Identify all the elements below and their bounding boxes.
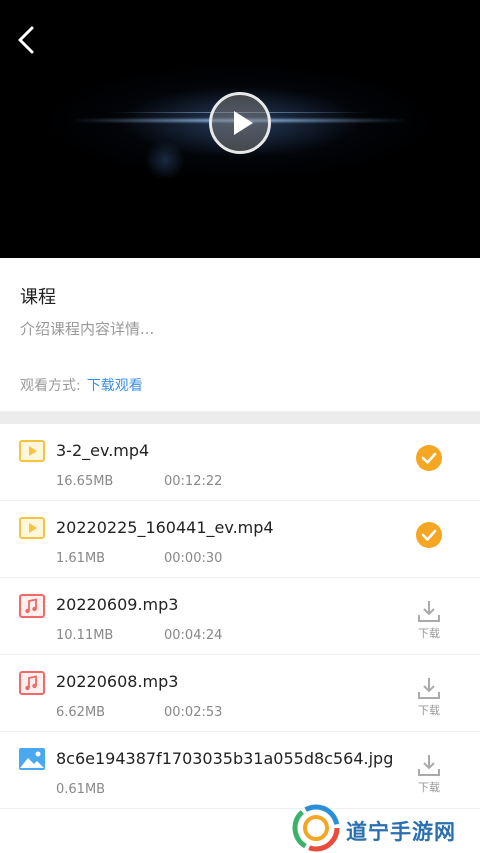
file-name: 20220608.mp3 <box>56 672 179 691</box>
video-file-icon <box>19 517 45 539</box>
download-label: 下载 <box>418 627 440 640</box>
file-row[interactable]: 20220609.mp3 10.11MB 00:04:24 下载 <box>0 578 480 655</box>
watermark-logo <box>292 804 340 852</box>
file-list: 3-2_ev.mp4 16.65MB 00:12:22 20220225_160… <box>0 424 480 809</box>
play-icon <box>234 111 253 135</box>
course-title: 课程 <box>20 287 56 308</box>
file-size: 16.65MB <box>56 474 114 489</box>
back-arrow-icon[interactable] <box>14 24 42 56</box>
course-description: 介绍课程内容详情... <box>20 320 155 338</box>
file-name: 20220225_160441_ev.mp4 <box>56 518 274 537</box>
watermark: 道宁手游网 <box>292 800 480 853</box>
file-name: 3-2_ev.mp4 <box>56 441 150 460</box>
file-duration: 00:02:53 <box>164 705 223 720</box>
file-duration: 00:12:22 <box>164 474 223 489</box>
download-button[interactable]: 下载 <box>410 599 448 647</box>
download-icon <box>418 755 440 776</box>
file-name: 8c6e194387f1703035b31a055d8c564.jpg <box>56 749 394 768</box>
file-size: 1.61MB <box>56 551 106 566</box>
image-file-icon <box>19 748 45 770</box>
file-row[interactable]: 20220608.mp3 6.62MB 00:02:53 下载 <box>0 655 480 732</box>
check-circle-icon <box>414 443 444 473</box>
lens-glow <box>145 140 185 180</box>
music-file-icon <box>19 594 45 618</box>
download-label: 下载 <box>418 704 440 717</box>
download-button[interactable]: 下载 <box>410 753 448 801</box>
file-row[interactable]: 3-2_ev.mp4 16.65MB 00:12:22 <box>0 424 480 501</box>
watch-mode-row: 观看方式: 下载观看 <box>20 375 143 395</box>
download-icon <box>418 678 440 699</box>
watermark-text: 道宁手游网 <box>346 820 456 844</box>
watch-mode-value[interactable]: 下载观看 <box>87 378 143 394</box>
file-duration: 00:00:30 <box>164 551 223 566</box>
check-circle-icon <box>414 520 444 550</box>
file-size: 6.62MB <box>56 705 106 720</box>
file-duration: 00:04:24 <box>164 628 223 643</box>
file-row[interactable]: 20220225_160441_ev.mp4 1.61MB 00:00:30 <box>0 501 480 578</box>
video-file-icon <box>19 440 45 462</box>
file-size: 0.61MB <box>56 782 106 797</box>
download-icon <box>418 601 440 622</box>
video-player[interactable] <box>0 0 480 258</box>
section-divider <box>0 411 480 424</box>
download-button[interactable]: 下载 <box>410 676 448 724</box>
file-size: 10.11MB <box>56 628 114 643</box>
download-label: 下载 <box>418 781 440 794</box>
watch-mode-label: 观看方式: <box>20 378 81 394</box>
play-button[interactable] <box>209 92 271 154</box>
music-file-icon <box>19 671 45 695</box>
file-name: 20220609.mp3 <box>56 595 179 614</box>
course-info: 课程 介绍课程内容详情... 观看方式: 下载观看 <box>0 258 480 411</box>
file-row[interactable]: 8c6e194387f1703035b31a055d8c564.jpg 0.61… <box>0 732 480 809</box>
